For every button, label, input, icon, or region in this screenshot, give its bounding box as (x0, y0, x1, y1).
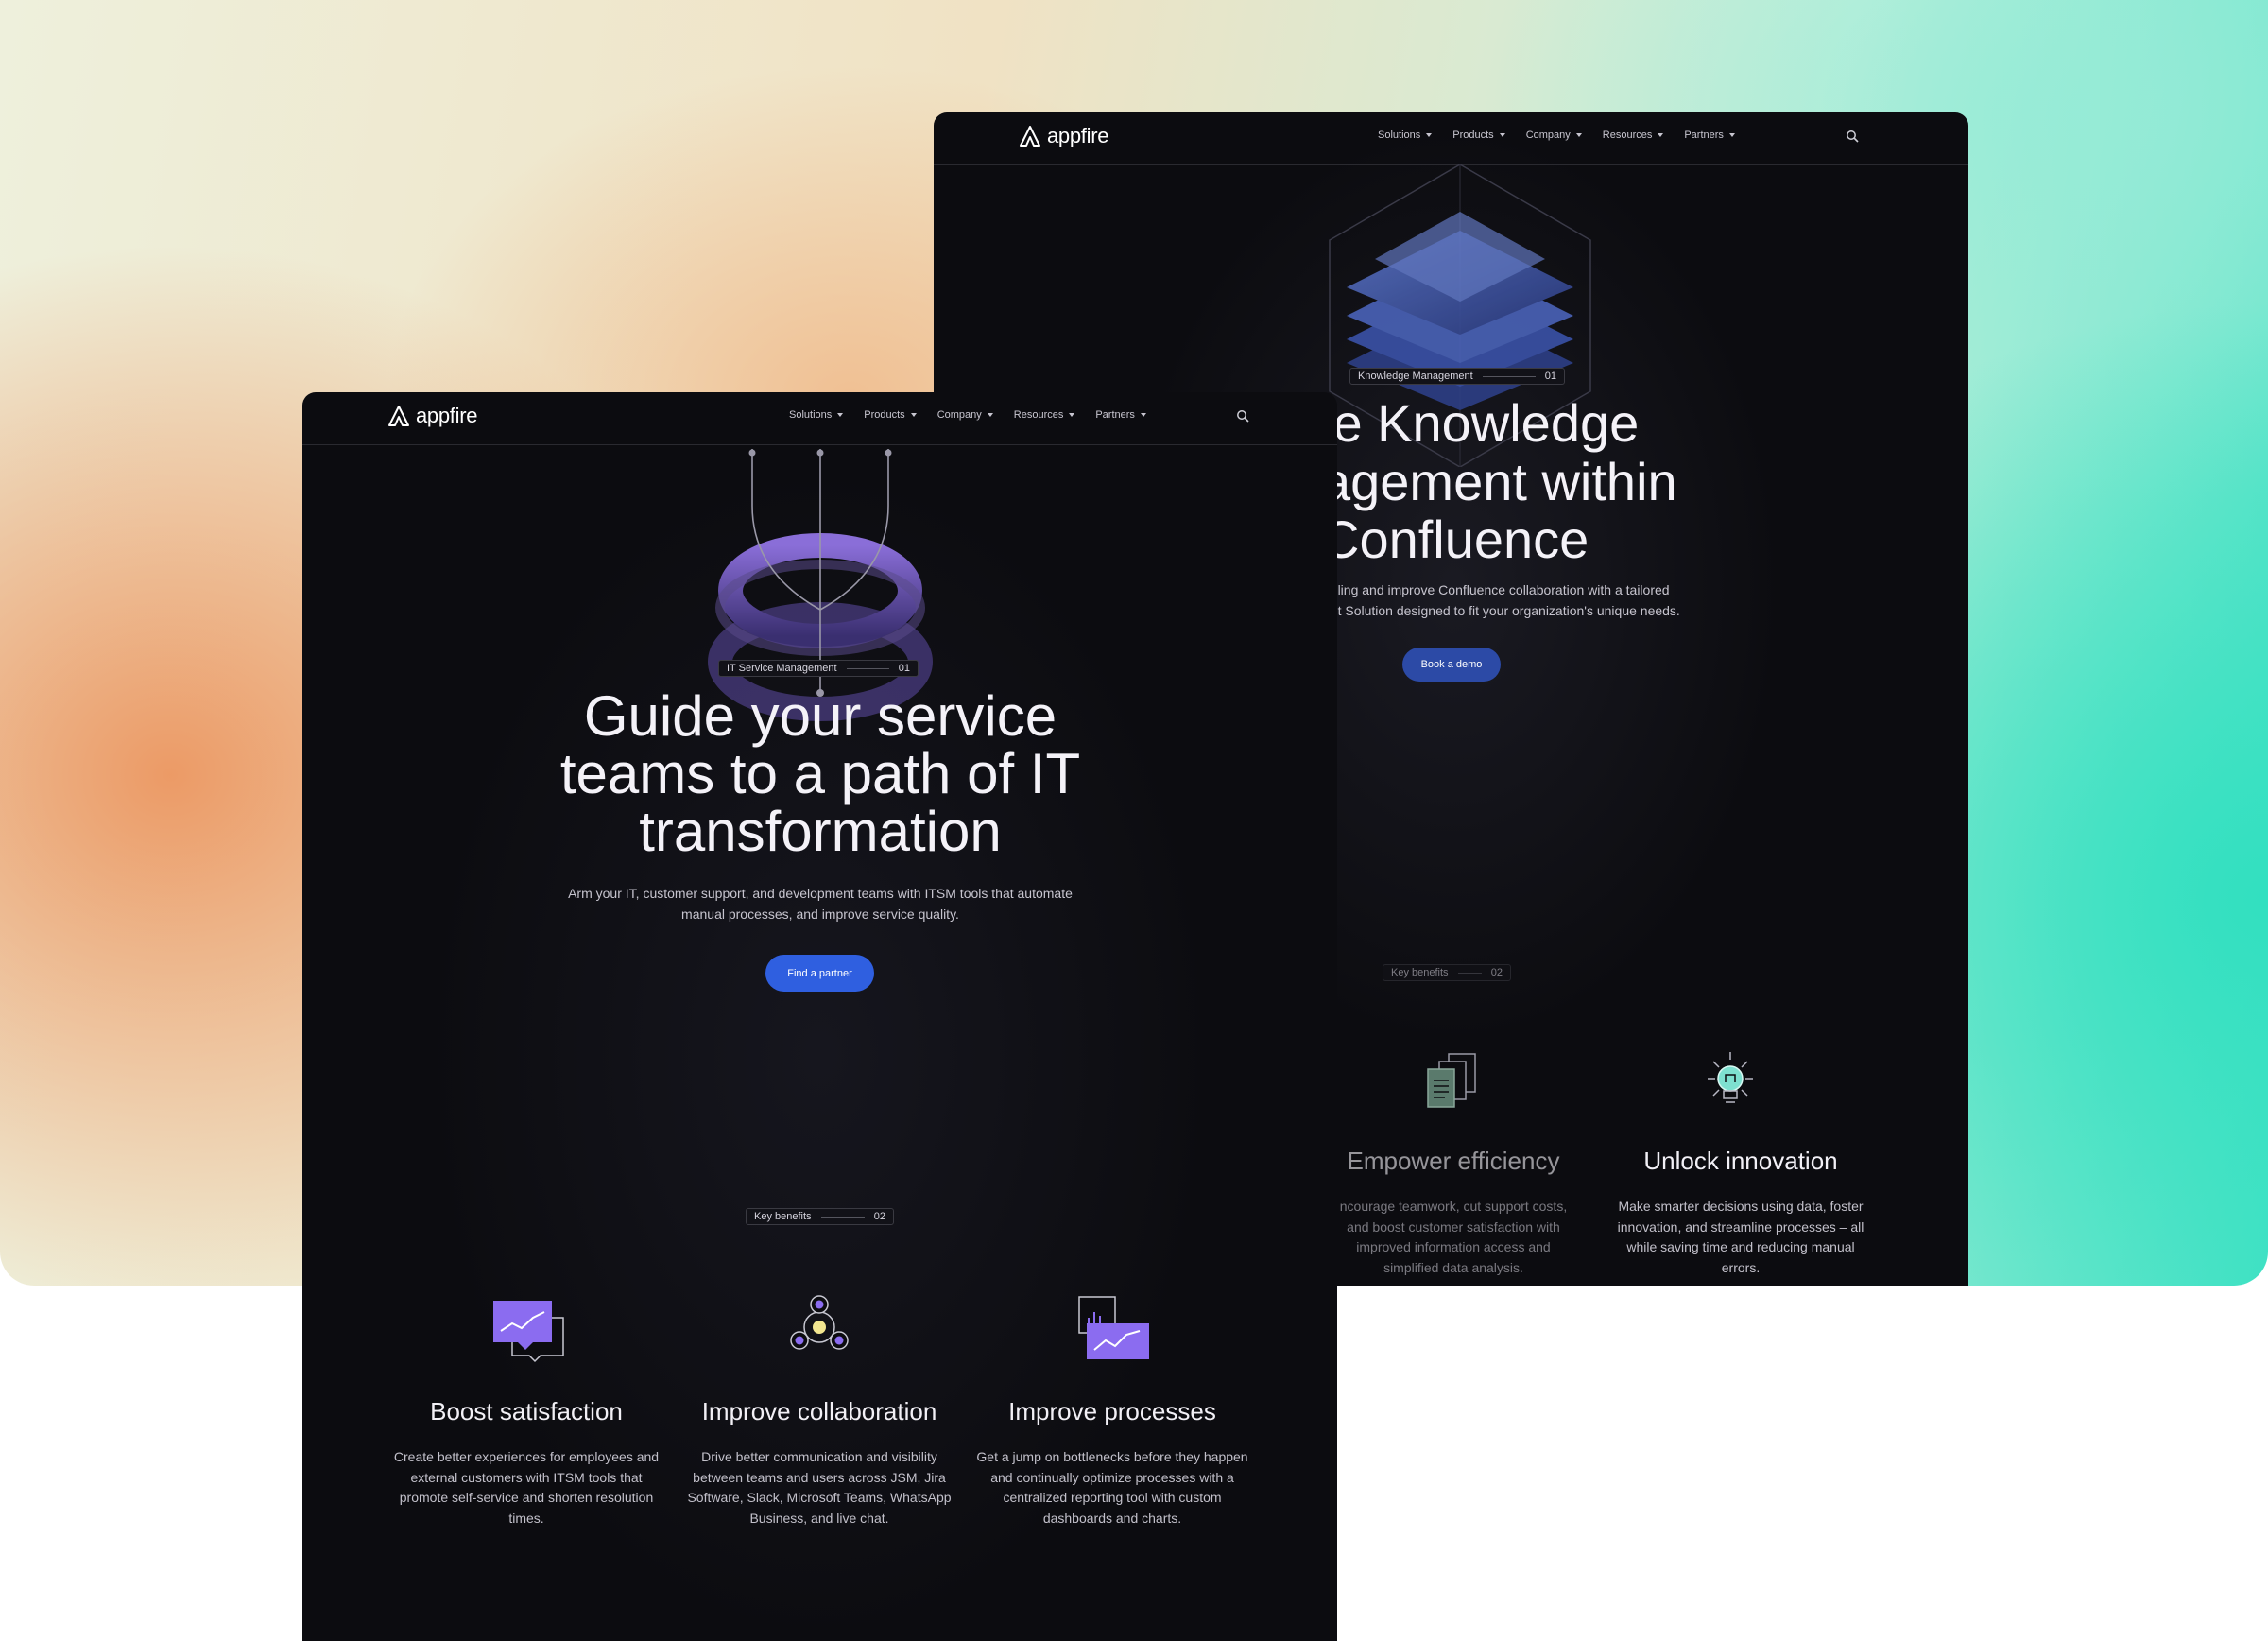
feature-improve-processes: Improve processes Get a jump on bottlene… (971, 1397, 1254, 1529)
menu-resources[interactable]: Resources (1014, 409, 1075, 421)
logo-text: appfire (416, 404, 478, 427)
hero-subtitle-line: Arm your IT, customer support, and devel… (568, 886, 1073, 901)
chevron-down-icon (910, 413, 917, 417)
menu-label: Products (864, 409, 905, 421)
menu-resources[interactable]: Resources (1603, 130, 1664, 141)
hero-title-line: Confluence (1321, 510, 1589, 570)
hero-title-line: transformation (639, 800, 1002, 863)
badge-number: 01 (1544, 371, 1556, 382)
badge-number: 02 (1490, 967, 1503, 978)
badge-divider (1457, 972, 1482, 974)
main-menu: Solutions Products Company Resources Par… (1378, 130, 1735, 141)
menu-products[interactable]: Products (1452, 130, 1505, 141)
documents-icon (1427, 1053, 1476, 1108)
chevron-down-icon (987, 413, 993, 417)
hero-title: Guide your service teams to a path of IT… (510, 687, 1130, 860)
feature-title: Unlock innovation (1643, 1147, 1838, 1175)
badge-divider (1482, 375, 1536, 377)
menu-solutions[interactable]: Solutions (1378, 130, 1433, 141)
feature-text: Make smarter decisions using data, foste… (1617, 1199, 1864, 1275)
hero-subtitle: ndling and improve Confluence collaborat… (1323, 579, 1720, 621)
badge-label: Knowledge Management (1358, 371, 1473, 382)
feature-title: Empower efficiency (1347, 1147, 1560, 1175)
feature-title: Boost satisfaction (430, 1397, 623, 1425)
badge-number: 01 (898, 663, 910, 674)
section-badge: IT Service Management 01 (718, 660, 919, 677)
hero-title-line: teams to a path of IT (559, 742, 1081, 805)
menu-label: Resources (1013, 409, 1064, 421)
feature-text: ncourage teamwork, cut support costs, an… (1339, 1199, 1568, 1275)
appfire-logo-icon (1020, 126, 1040, 147)
badge-label: IT Service Management (727, 663, 837, 674)
chevron-down-icon (1069, 413, 1075, 417)
navbar: appfire Solutions Products Company Resou… (302, 392, 1337, 445)
menu-solutions[interactable]: Solutions (789, 409, 844, 421)
appfire-logo-icon (388, 406, 409, 426)
it-service-management-page-window: appfire Solutions Products Company Resou… (302, 392, 1337, 1641)
chart-chat-icon (493, 1301, 564, 1363)
search-icon[interactable] (1846, 130, 1859, 143)
menu-label: Resources (1602, 130, 1653, 141)
appfire-logo[interactable]: appfire (387, 404, 477, 428)
feature-unlock-innovation: Unlock innovation Make smarter decisions… (1599, 1147, 1882, 1278)
hero-subtitle-line: ent Solution designed to fit your organi… (1323, 603, 1680, 618)
chevron-down-icon (1575, 133, 1582, 137)
section-badge: Knowledge Management 01 (1349, 368, 1565, 385)
network-icon (790, 1295, 849, 1350)
menu-label: Solutions (789, 409, 833, 421)
badge-divider (820, 1216, 865, 1218)
hero-title-line: le Knowledge (1321, 393, 1640, 453)
badge-label: Key benefits (1391, 967, 1449, 978)
key-benefits-badge: Key benefits 02 (746, 1208, 894, 1225)
logo-text: appfire (1047, 124, 1109, 147)
chevron-down-icon (1499, 133, 1505, 137)
menu-label: Company (1525, 130, 1571, 141)
menu-partners[interactable]: Partners (1684, 130, 1735, 141)
lightbulb-icon (1708, 1052, 1753, 1103)
search-icon[interactable] (1236, 409, 1249, 423)
badge-number: 02 (873, 1211, 885, 1222)
hero-subtitle-line: manual processes, and improve service qu… (681, 907, 959, 922)
hero-subtitle: Arm your IT, customer support, and devel… (482, 883, 1159, 924)
book-demo-button[interactable]: Book a demo (1402, 648, 1501, 682)
menu-company[interactable]: Company (937, 409, 993, 421)
hero-subtitle-line: ndling and improve Confluence collaborat… (1323, 582, 1670, 597)
hero-title: le Knowledge agement within Confluence (1321, 394, 1718, 569)
feature-empower-efficiency: Empower efficiency ncourage teamwork, cu… (1312, 1147, 1595, 1278)
menu-company[interactable]: Company (1526, 130, 1582, 141)
feature-text: Drive better communication and visibilit… (687, 1449, 952, 1526)
navbar: appfire Solutions Products Company Resou… (934, 112, 1968, 165)
key-benefits-badge: Key benefits 02 (1383, 964, 1511, 981)
menu-partners[interactable]: Partners (1095, 409, 1146, 421)
chevron-down-icon (837, 413, 844, 417)
menu-products[interactable]: Products (864, 409, 917, 421)
feature-title: Improve collaboration (701, 1397, 937, 1425)
feature-text: Get a jump on bottlenecks before they ha… (976, 1449, 1248, 1526)
chevron-down-icon (1140, 413, 1146, 417)
main-menu: Solutions Products Company Resources Par… (789, 409, 1146, 421)
menu-label: Products (1452, 130, 1494, 141)
chevron-down-icon (1658, 133, 1664, 137)
hero-title-line: agement within (1321, 451, 1677, 511)
menu-label: Partners (1684, 130, 1724, 141)
appfire-logo[interactable]: appfire (1019, 124, 1108, 148)
feature-boost-satisfaction: Boost satisfaction Create better experie… (385, 1397, 668, 1529)
menu-label: Solutions (1378, 130, 1421, 141)
menu-label: Partners (1095, 409, 1135, 421)
menu-label: Company (936, 409, 982, 421)
hero-title-line: Guide your service (583, 684, 1057, 748)
chevron-down-icon (1426, 133, 1433, 137)
feature-title: Improve processes (1008, 1397, 1216, 1425)
chevron-down-icon (1728, 133, 1735, 137)
feature-improve-collaboration: Improve collaboration Drive better commu… (678, 1397, 961, 1529)
badge-label: Key benefits (754, 1211, 812, 1222)
badge-divider (846, 667, 889, 669)
find-partner-button[interactable]: Find a partner (765, 955, 874, 992)
dashboard-icon (1078, 1296, 1149, 1359)
feature-text: Create better experiences for employees … (393, 1449, 660, 1526)
